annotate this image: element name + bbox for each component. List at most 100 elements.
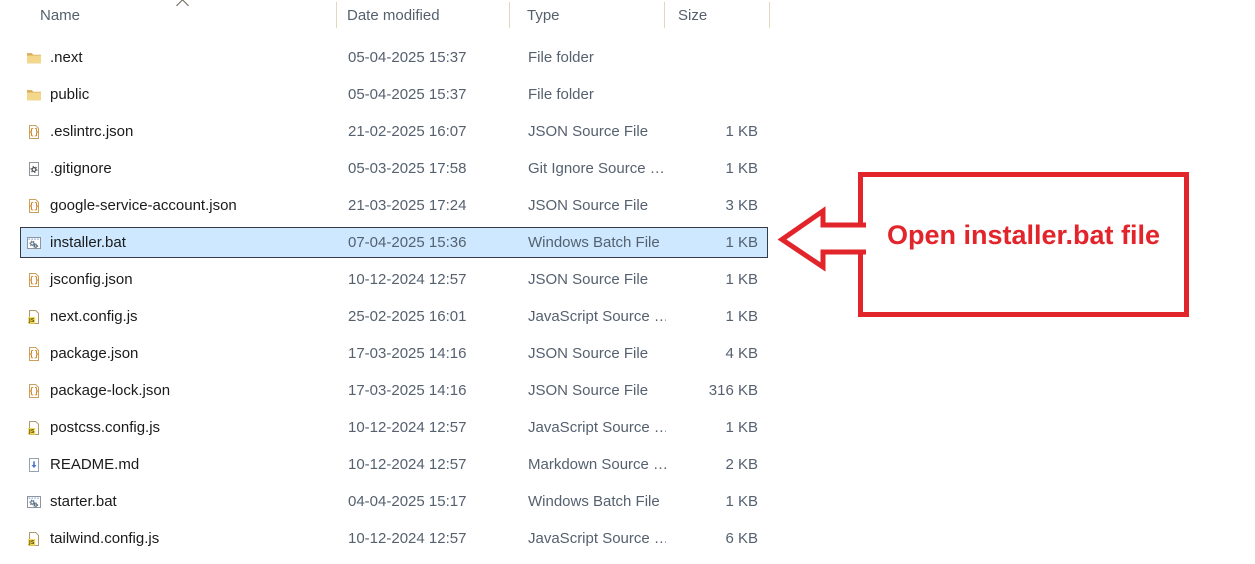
batch-icon (26, 235, 42, 251)
file-name-label: jsconfig.json (50, 271, 133, 288)
json-icon: {} (26, 198, 42, 214)
js-icon: JS (26, 309, 42, 325)
file-date-modified: 10-12-2024 12:57 (348, 419, 467, 436)
file-size: 2 KB (725, 456, 758, 473)
file-type: Git Ignore Source … (528, 160, 665, 177)
annotation-box: Open installer.bat file (858, 172, 1189, 317)
file-row[interactable]: JS next.config.js 25-02-2025 16:01 JavaS… (20, 298, 768, 335)
file-row[interactable]: JS tailwind.config.js 10-12-2024 12:57 J… (20, 520, 768, 557)
file-name-label: google-service-account.json (50, 197, 237, 214)
batch-icon (26, 494, 42, 510)
file-date-modified: 21-03-2025 17:24 (348, 197, 467, 214)
file-name-cell: {} package-lock.json (21, 382, 338, 399)
svg-text:JS: JS (28, 429, 35, 435)
folder-icon (26, 87, 42, 103)
file-row[interactable]: JS postcss.config.js 10-12-2024 12:57 Ja… (20, 409, 768, 446)
file-name-label: tailwind.config.js (50, 530, 160, 547)
file-date-modified: 21-02-2025 16:07 (348, 123, 467, 140)
file-explorer-window: Name Date modified Type Size .next 05-04… (0, 0, 1255, 564)
file-name-cell: README.md (21, 456, 338, 473)
file-name-cell: {} jsconfig.json (21, 271, 338, 288)
file-type: Windows Batch File (528, 234, 660, 251)
file-size: 1 KB (725, 123, 758, 140)
file-row[interactable]: {} package.json 17-03-2025 14:16 JSON So… (20, 335, 768, 372)
file-type: Markdown Source … (528, 456, 666, 473)
file-size: 6 KB (725, 530, 758, 547)
file-row[interactable]: .gitignore 05-03-2025 17:58 Git Ignore S… (20, 150, 768, 187)
svg-text:{}: {} (29, 386, 39, 396)
file-name-label: package.json (50, 345, 139, 362)
column-header-row: Name Date modified Type Size (20, 0, 770, 30)
svg-text:{}: {} (29, 275, 39, 285)
column-header-name[interactable]: Name (20, 0, 337, 28)
file-type: JavaScript Source … (528, 530, 666, 547)
file-row[interactable]: .next 05-04-2025 15:37 File folder (20, 39, 768, 76)
file-name-label: public (50, 86, 90, 103)
file-name-cell: JS next.config.js (21, 308, 338, 325)
file-row[interactable]: {} .eslintrc.json 21-02-2025 16:07 JSON … (20, 113, 768, 150)
file-size: 4 KB (725, 345, 758, 362)
file-row[interactable]: public 05-04-2025 15:37 File folder (20, 76, 768, 113)
file-name-label: next.config.js (50, 308, 138, 325)
file-date-modified: 05-04-2025 15:37 (348, 49, 467, 66)
column-header-type-label: Type (527, 6, 560, 24)
column-header-size[interactable]: Size (665, 2, 770, 28)
file-row[interactable]: README.md 10-12-2024 12:57 Markdown Sour… (20, 446, 768, 483)
file-name-cell: JS postcss.config.js (21, 419, 338, 436)
file-type: JSON Source File (528, 271, 649, 288)
file-list: .next 05-04-2025 15:37 File folder publi… (20, 39, 768, 557)
file-date-modified: 17-03-2025 14:16 (348, 382, 467, 399)
file-date-modified: 07-04-2025 15:36 (348, 234, 467, 251)
file-name-cell: .next (21, 49, 338, 66)
file-name-cell: {} package.json (21, 345, 338, 362)
gitignore-icon (26, 161, 42, 177)
file-date-modified: 05-03-2025 17:58 (348, 160, 467, 177)
column-header-size-label: Size (678, 6, 708, 24)
file-size: 1 KB (725, 493, 758, 510)
file-name-cell: installer.bat (21, 234, 338, 251)
file-size: 1 KB (725, 160, 758, 177)
file-name-label: package-lock.json (50, 382, 171, 399)
js-icon: JS (26, 420, 42, 436)
file-name-label: starter.bat (50, 493, 117, 510)
file-row[interactable]: {} jsconfig.json 10-12-2024 12:57 JSON S… (20, 261, 768, 298)
svg-text:JS: JS (28, 318, 35, 324)
file-type: JSON Source File (528, 382, 649, 399)
file-size: 1 KB (725, 234, 758, 251)
folder-icon (26, 50, 42, 66)
annotation-arrow-left-icon (777, 206, 866, 272)
file-type: JSON Source File (528, 123, 649, 140)
file-date-modified: 10-12-2024 12:57 (348, 271, 467, 288)
file-type: JavaScript Source … (528, 308, 666, 325)
svg-text:JS: JS (28, 540, 35, 546)
file-name-label: .gitignore (50, 160, 112, 177)
file-name-cell: {} .eslintrc.json (21, 123, 338, 140)
file-type: Windows Batch File (528, 493, 660, 510)
file-row[interactable]: installer.bat 07-04-2025 15:36 Windows B… (20, 227, 768, 258)
file-name-cell: {} google-service-account.json (21, 197, 338, 214)
file-date-modified: 04-04-2025 15:17 (348, 493, 467, 510)
json-icon: {} (26, 383, 42, 399)
file-type: JSON Source File (528, 345, 649, 362)
file-date-modified: 10-12-2024 12:57 (348, 456, 467, 473)
file-type: File folder (528, 49, 594, 66)
file-size: 1 KB (725, 308, 758, 325)
file-row[interactable]: {} package-lock.json 17-03-2025 14:16 JS… (20, 372, 768, 409)
file-row[interactable]: starter.bat 04-04-2025 15:17 Windows Bat… (20, 483, 768, 520)
file-size: 1 KB (725, 419, 758, 436)
file-type: File folder (528, 86, 594, 103)
svg-text:{}: {} (29, 127, 39, 137)
json-icon: {} (26, 124, 42, 140)
file-name-label: README.md (50, 456, 140, 473)
file-size: 1 KB (725, 271, 758, 288)
file-type: JavaScript Source … (528, 419, 666, 436)
file-name-label: postcss.config.js (50, 419, 161, 436)
file-date-modified: 17-03-2025 14:16 (348, 345, 467, 362)
column-header-date-modified[interactable]: Date modified (337, 2, 510, 28)
js-icon: JS (26, 531, 42, 547)
file-size: 3 KB (725, 197, 758, 214)
file-row[interactable]: {} google-service-account.json 21-03-202… (20, 187, 768, 224)
file-name-label: .next (50, 49, 83, 66)
file-name-label: installer.bat (50, 234, 126, 251)
column-header-type[interactable]: Type (510, 2, 665, 28)
